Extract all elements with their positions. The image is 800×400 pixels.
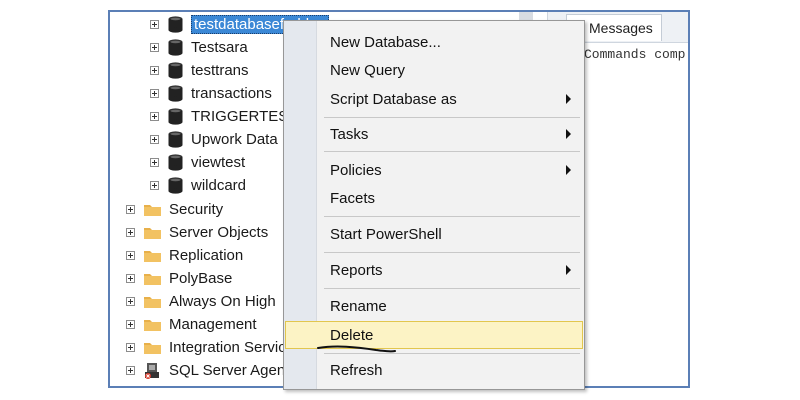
submenu-arrow-icon <box>566 165 571 175</box>
tree-item-database[interactable]: Upwork Data <box>150 128 278 150</box>
folder-icon <box>144 250 161 262</box>
menu-item-label: Facets <box>330 189 376 207</box>
tree-item-database[interactable]: viewtest <box>150 151 245 173</box>
database-icon <box>168 84 183 102</box>
menu-item-label: Policies <box>330 161 382 179</box>
menu-item-label: Reports <box>330 261 383 279</box>
menu-item-label: Tasks <box>330 125 369 143</box>
menu-item-label: Start PowerShell <box>330 225 442 243</box>
menu-item-policies[interactable]: Policies <box>285 157 583 183</box>
database-icon <box>168 107 183 125</box>
expand-icon[interactable] <box>150 65 159 75</box>
expand-icon[interactable] <box>150 19 159 29</box>
database-icon <box>168 153 183 171</box>
tree-item-label: PolyBase <box>169 269 233 287</box>
tree-item-label: Integration Servic <box>169 338 286 356</box>
database-icon <box>168 15 183 33</box>
tree-item-label: Security <box>169 200 224 218</box>
menu-item-start-powershell[interactable]: Start PowerShell <box>285 221 583 247</box>
expand-icon[interactable] <box>126 342 135 352</box>
tree-item-label: viewtest <box>191 153 246 171</box>
tree-item-folder[interactable]: Always On High <box>126 290 276 312</box>
menu-item-label: Refresh <box>330 361 383 379</box>
submenu-arrow-icon <box>566 94 571 104</box>
folder-icon <box>144 204 161 216</box>
tree-item-label: transactions <box>191 84 272 102</box>
folder-icon <box>144 296 161 308</box>
tree-item-label: Server Objects <box>169 223 269 241</box>
tree-item-label: Replication <box>169 246 244 264</box>
expand-icon[interactable] <box>150 111 159 121</box>
menu-item-reports[interactable]: Reports <box>285 257 583 283</box>
tree-item-database[interactable]: transactions <box>150 82 272 104</box>
folder-icon <box>144 273 161 285</box>
database-icon <box>168 61 183 79</box>
message-text: Commands comp <box>584 47 686 62</box>
expand-icon[interactable] <box>126 296 135 306</box>
tree-item-folder[interactable]: Security <box>126 198 223 220</box>
menu-item-rename[interactable]: Rename <box>285 293 583 319</box>
menu-separator <box>324 151 580 152</box>
menu-item-label: Script Database as <box>330 90 457 108</box>
database-icon <box>168 130 183 148</box>
submenu-arrow-icon <box>566 265 571 275</box>
submenu-arrow-icon <box>566 129 571 139</box>
context-menu: New Database... New Query Script Databas… <box>283 20 585 390</box>
menu-separator <box>324 288 580 289</box>
menu-item-facets[interactable]: Facets <box>285 185 583 211</box>
tree-item-label: SQL Server Agen <box>169 361 286 379</box>
menu-item-new-query[interactable]: New Query <box>285 57 583 83</box>
tab-label: Messages <box>589 20 653 36</box>
tree-item-label: Always On High <box>169 292 276 310</box>
tree-item-folder[interactable]: PolyBase <box>126 267 232 289</box>
menu-item-label: New Database... <box>330 33 441 51</box>
tree-item-folder[interactable]: Replication <box>126 244 243 266</box>
database-icon <box>168 38 183 56</box>
menu-item-label: Rename <box>330 297 387 315</box>
tree-item-label: testtrans <box>191 61 249 79</box>
tree-item-folder[interactable]: Integration Servic <box>126 336 286 358</box>
expand-icon[interactable] <box>150 180 159 190</box>
menu-item-label: New Query <box>330 61 406 79</box>
tree-item-label: Testsara <box>191 38 248 56</box>
tree-item-label: wildcard <box>191 176 247 194</box>
tree-item-label: TRIGGERTEST <box>191 107 298 125</box>
expand-icon[interactable] <box>126 319 135 329</box>
folder-icon <box>144 342 161 354</box>
tree-item-database[interactable]: TRIGGERTEST <box>150 105 297 127</box>
expand-icon[interactable] <box>150 157 159 167</box>
expand-icon[interactable] <box>150 42 159 52</box>
sql-agent-icon <box>145 362 159 379</box>
tree-item-label: Management <box>169 315 257 333</box>
tree-item-label: Upwork Data <box>191 130 278 148</box>
expand-icon[interactable] <box>150 134 159 144</box>
menu-separator <box>324 117 580 118</box>
menu-item-tasks[interactable]: Tasks <box>285 121 583 147</box>
expand-icon[interactable] <box>126 250 135 260</box>
expand-icon[interactable] <box>150 88 159 98</box>
menu-separator <box>324 252 580 253</box>
expand-icon[interactable] <box>126 273 135 283</box>
tree-item-database[interactable]: wildcard <box>150 174 246 196</box>
menu-item-new-database[interactable]: New Database... <box>285 29 583 55</box>
tree-item-database[interactable]: testtrans <box>150 59 249 81</box>
tree-item-folder[interactable]: Server Objects <box>126 221 268 243</box>
tree-item-folder[interactable]: Management <box>126 313 257 335</box>
menu-item-refresh[interactable]: Refresh <box>285 357 583 383</box>
menu-item-label: Delete <box>330 326 374 344</box>
folder-icon <box>144 319 161 331</box>
tree-item-database[interactable]: Testsara <box>150 36 248 58</box>
folder-icon <box>144 227 161 239</box>
hand-drawn-underline <box>317 345 396 353</box>
menu-separator <box>324 216 580 217</box>
expand-icon[interactable] <box>126 227 135 237</box>
menu-item-script-database-as[interactable]: Script Database as <box>285 86 583 112</box>
expand-icon[interactable] <box>126 204 135 214</box>
tree-item-sql-agent[interactable]: SQL Server Agen <box>126 359 285 381</box>
database-icon <box>168 176 183 194</box>
expand-icon[interactable] <box>126 365 135 375</box>
